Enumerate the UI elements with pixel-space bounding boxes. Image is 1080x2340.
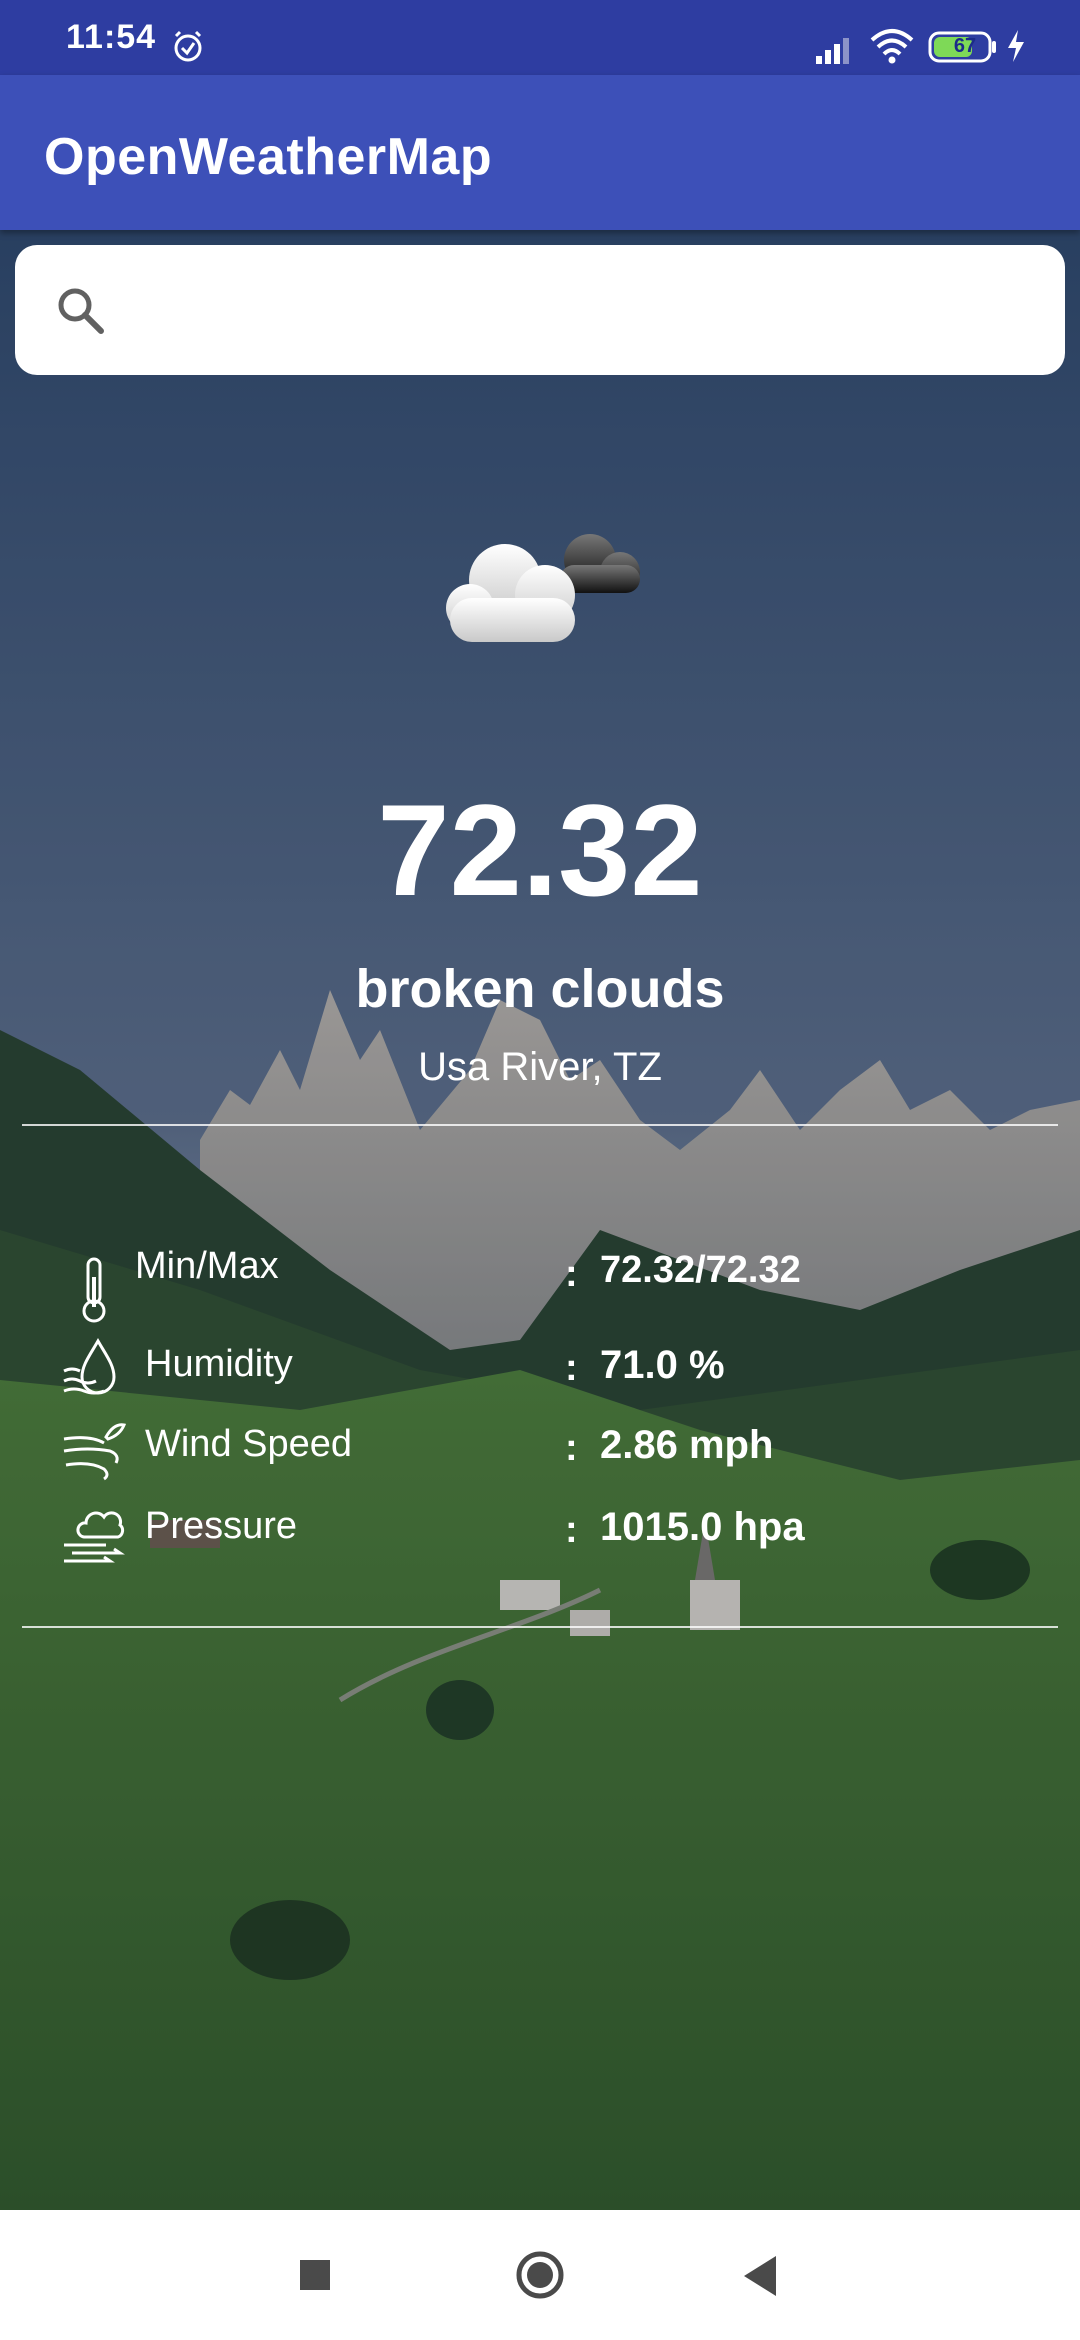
alarm-icon [174, 30, 202, 62]
detail-separator-wind-speed: : [565, 1427, 578, 1469]
detail-value-pressure: 1015.0 hpa [600, 1505, 805, 1549]
app-bar: OpenWeatherMap [0, 75, 1080, 230]
status-time: 11:54 [66, 18, 157, 56]
location-label: Usa River, TZ [418, 1045, 662, 1089]
battery-level: 67 [953, 35, 977, 57]
thermometer-icon [82, 1257, 106, 1323]
detail-value-humidity: 71.0 % [600, 1343, 725, 1387]
search-input[interactable] [135, 273, 1039, 349]
signal-icon [816, 38, 849, 64]
broken-clouds-icon [446, 534, 640, 642]
detail-label-wind-speed: Wind Speed [145, 1423, 353, 1465]
detail-row-humidity: Humidity : 71.0 % [0, 1335, 1080, 1415]
back-button[interactable] [740, 2254, 780, 2298]
navigation-bar [0, 2210, 1080, 2340]
weather-description: broken clouds [355, 959, 725, 1019]
charge-icon [1008, 30, 1024, 62]
search-bar[interactable] [15, 245, 1065, 375]
detail-separator-min-max: : [565, 1253, 578, 1295]
status-bar: 11:54 67 [0, 0, 1080, 75]
humidity-icon [63, 1337, 116, 1395]
divider-bottom [22, 1626, 1058, 1628]
wifi-icon [870, 29, 914, 64]
detail-label-humidity: Humidity [145, 1343, 293, 1385]
detail-label-min-max: Min/Max [135, 1245, 279, 1287]
search-icon[interactable] [53, 283, 109, 339]
detail-value-min-max: 72.32/72.32 [600, 1249, 801, 1291]
detail-row-wind-speed: Wind Speed : 2.86 mph [0, 1415, 1080, 1495]
detail-separator-pressure: : [565, 1509, 578, 1551]
home-button[interactable] [515, 2250, 565, 2300]
app-title: OpenWeatherMap [44, 128, 493, 186]
temperature-value: 72.32 [377, 777, 703, 923]
wind-icon [63, 1423, 127, 1481]
detail-row-min-max: Min/Max : 72.32/72.32 [0, 1245, 1080, 1325]
detail-label-pressure: Pressure [145, 1505, 298, 1547]
detail-row-pressure: Pressure : 1015.0 hpa [0, 1497, 1080, 1577]
detail-value-wind-speed: 2.86 mph [600, 1423, 774, 1467]
recents-button[interactable] [300, 2260, 330, 2290]
detail-separator-humidity: : [565, 1347, 578, 1389]
divider-top [22, 1124, 1058, 1126]
pressure-icon [64, 1511, 125, 1563]
